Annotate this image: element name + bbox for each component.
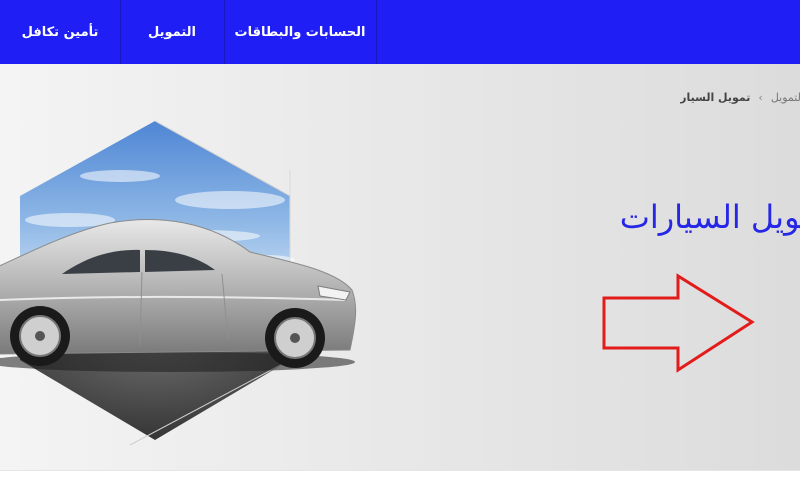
nav-item-accounts-cards[interactable]: الحسابات والبطاقات <box>224 0 376 64</box>
top-navigation-bar: الحسابات والبطاقات التمويل تأمين تكافل <box>0 0 800 64</box>
nav-item-financing[interactable]: التمويل <box>120 0 224 64</box>
breadcrumb-current: تمويل السيارات <box>680 90 751 104</box>
page-title: تمويل السيارات <box>619 198 800 236</box>
right-arrow-icon <box>602 273 755 373</box>
hero-artwork <box>0 120 755 446</box>
breadcrumb: التمويل › تمويل السيارات <box>680 90 800 104</box>
nav-divider <box>120 0 121 64</box>
hero-banner <box>0 64 800 470</box>
content-area-below-hero <box>0 470 800 501</box>
nav-divider <box>376 0 377 64</box>
nav-item-takaful-insurance[interactable]: تأمين تكافل <box>0 0 120 64</box>
breadcrumb-link-financing[interactable]: التمويل <box>771 91 800 104</box>
car-image <box>0 219 357 372</box>
nav-divider <box>224 0 225 64</box>
breadcrumb-separator: › <box>758 90 763 104</box>
